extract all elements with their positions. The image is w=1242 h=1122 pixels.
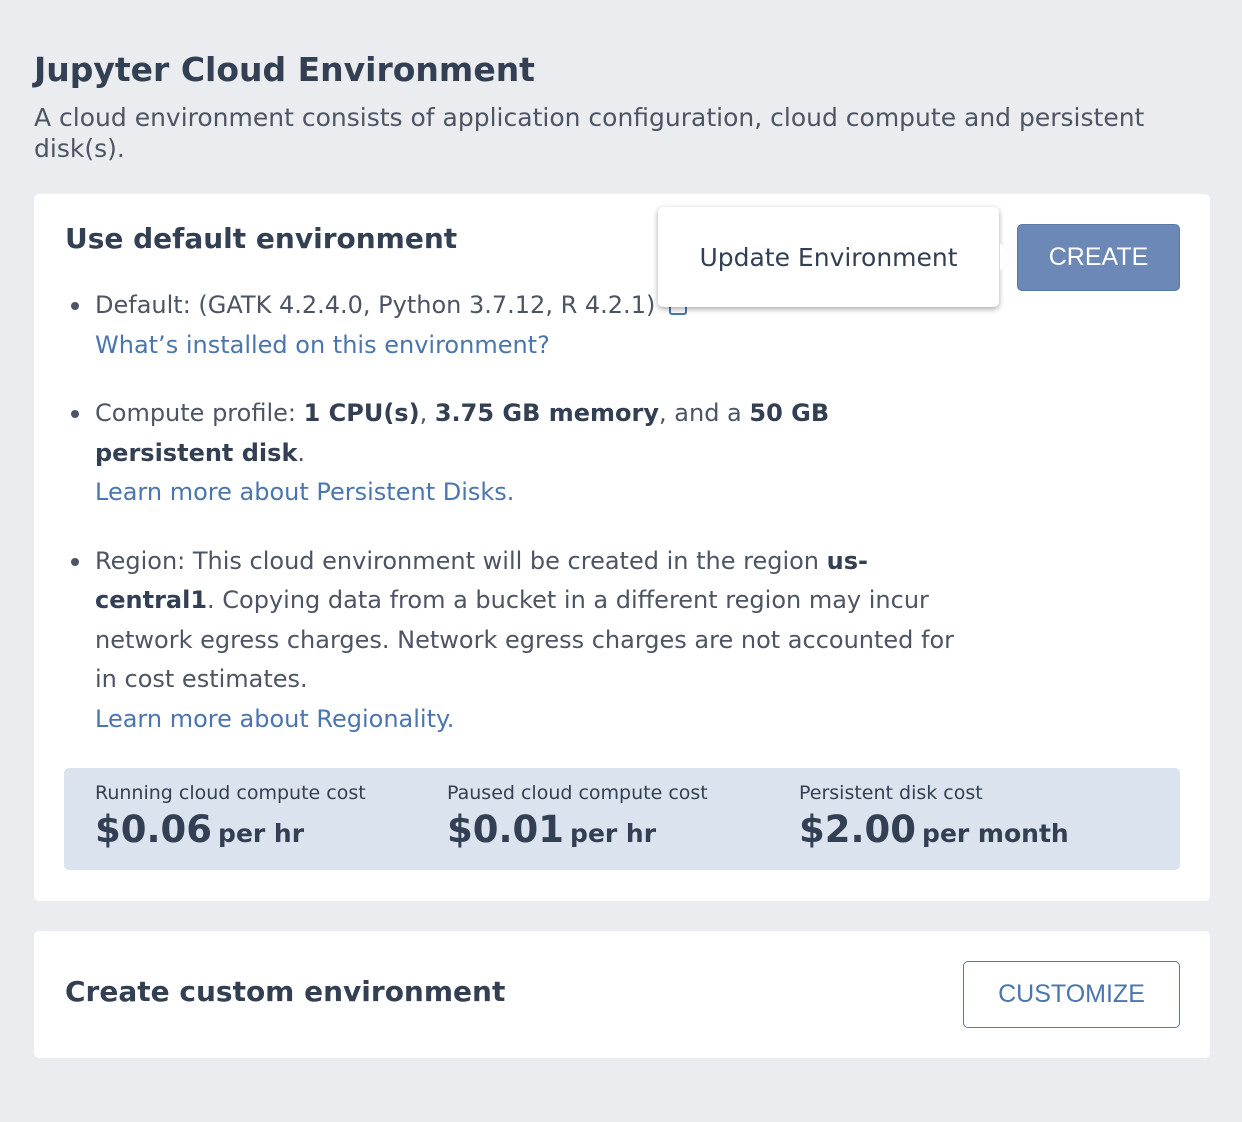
custom-environment-title: Create custom environment <box>65 975 506 1008</box>
customize-button[interactable]: CUSTOMIZE <box>963 961 1180 1028</box>
cost-unit: per hr <box>218 819 305 848</box>
update-environment-tooltip: Update Environment <box>658 207 999 307</box>
cost-value: $2.00 per month <box>799 808 1069 851</box>
environment-details-list: Default: (GATK 4.2.4.0, Python 3.7.12, R… <box>71 286 955 740</box>
default-environment-card: Use default environment Default: (GATK 4… <box>34 194 1210 901</box>
separator: , <box>419 399 435 427</box>
region-prefix: Region: This cloud environment will be c… <box>95 546 827 575</box>
cost-amount: $0.06 <box>95 808 213 851</box>
period: . <box>297 438 306 467</box>
region-suffix: . Copying data from a bucket in a differ… <box>95 586 955 693</box>
separator: , and a <box>659 399 750 427</box>
custom-environment-card: Create custom environment CUSTOMIZE <box>34 931 1210 1058</box>
cost-label: Paused cloud compute cost <box>447 782 708 804</box>
cost-value: $0.01 per hr <box>447 808 708 851</box>
create-button[interactable]: CREATE <box>1017 224 1180 291</box>
regionality-link[interactable]: Learn more about Regionality. <box>95 700 955 740</box>
cost-unit: per month <box>922 819 1069 848</box>
paused-compute-cost: Paused cloud compute cost $0.01 per hr <box>447 782 708 851</box>
cost-label: Persistent disk cost <box>799 782 983 804</box>
cost-summary-panel: Running cloud compute cost $0.06 per hr P… <box>64 768 1180 870</box>
compute-profile-item: Compute profile: 1 CPU(s), 3.75 GB memor… <box>71 394 955 513</box>
memory-value: 3.75 GB memory <box>434 399 660 427</box>
default-image-value: (GATK 4.2.4.0, Python 3.7.12, R 4.2.1) <box>198 291 656 319</box>
cost-amount: $2.00 <box>799 808 917 851</box>
page-description: A cloud environment consists of applicat… <box>34 103 1145 163</box>
persistent-disk-cost: Persistent disk cost $2.00 per month <box>799 782 1069 851</box>
compute-prefix: Compute profile: <box>95 399 304 427</box>
installed-packages-link[interactable]: What’s installed on this environment? <box>95 326 955 366</box>
running-compute-cost: Running cloud compute cost $0.06 per hr <box>95 782 366 851</box>
cost-label: Running cloud compute cost <box>95 782 366 804</box>
persistent-disks-link[interactable]: Learn more about Persistent Disks. <box>95 473 955 513</box>
page-title: Jupyter Cloud Environment <box>34 50 535 89</box>
cost-amount: $0.01 <box>447 808 565 851</box>
region-item: Region: This cloud environment will be c… <box>71 542 955 740</box>
default-environment-title: Use default environment <box>65 222 458 255</box>
cpu-value: 1 CPU(s) <box>303 399 420 427</box>
cost-value: $0.06 per hr <box>95 808 366 851</box>
cost-unit: per hr <box>570 819 657 848</box>
default-prefix: Default: <box>95 291 199 319</box>
